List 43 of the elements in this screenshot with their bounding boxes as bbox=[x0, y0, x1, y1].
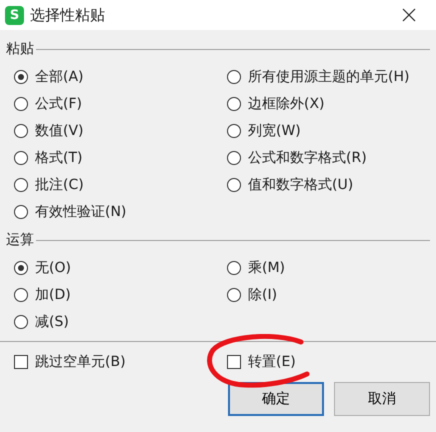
dialog-button[interactable]: 取消 bbox=[334, 382, 430, 416]
window-title: 选择性粘贴 bbox=[30, 6, 105, 24]
radio-button[interactable] bbox=[14, 204, 28, 218]
radio-button[interactable] bbox=[14, 150, 28, 164]
radio-button[interactable] bbox=[227, 178, 241, 192]
radio-option[interactable]: 数值(V) bbox=[14, 117, 227, 144]
radio-button[interactable] bbox=[14, 314, 28, 328]
radio-option[interactable]: 公式(F) bbox=[14, 90, 227, 117]
app-icon: S bbox=[5, 6, 24, 24]
checkbox-option[interactable]: 转置(E) bbox=[227, 350, 296, 374]
section-label: 粘贴 bbox=[6, 40, 34, 58]
radio-button[interactable] bbox=[14, 288, 28, 302]
radio-button[interactable] bbox=[227, 288, 241, 302]
radio-button[interactable] bbox=[14, 70, 28, 84]
radio-option[interactable]: 批注(C) bbox=[14, 171, 227, 198]
radio-option[interactable]: 减(S) bbox=[14, 308, 227, 335]
radio-option[interactable]: 公式和数字格式(R) bbox=[227, 144, 430, 171]
section-label: 运算 bbox=[6, 231, 34, 249]
close-icon[interactable] bbox=[402, 8, 416, 22]
radio-option[interactable]: 全部(A) bbox=[14, 63, 227, 90]
checkbox[interactable] bbox=[227, 355, 241, 369]
radio-option[interactable]: 值和数字格式(U) bbox=[227, 171, 430, 198]
radio-option[interactable]: 加(D) bbox=[14, 281, 227, 308]
radio-button[interactable] bbox=[14, 260, 28, 274]
radio-button[interactable] bbox=[14, 96, 28, 110]
radio-option[interactable]: 格式(T) bbox=[14, 144, 227, 171]
radio-option[interactable]: 有效性验证(N) bbox=[14, 198, 227, 225]
radio-option[interactable]: 无(O) bbox=[14, 254, 227, 281]
radio-button[interactable] bbox=[227, 96, 241, 110]
radio-option[interactable]: 所有使用源主题的单元(H) bbox=[227, 63, 430, 90]
radio-button[interactable] bbox=[14, 178, 28, 192]
checkbox-option[interactable]: 跳过空单元(B) bbox=[14, 350, 126, 374]
radio-button[interactable] bbox=[14, 124, 28, 138]
radio-button[interactable] bbox=[227, 70, 241, 84]
radio-option[interactable]: 乘(M) bbox=[227, 254, 430, 281]
dialog-button[interactable]: 确定 bbox=[228, 382, 324, 416]
radio-option[interactable]: 边框除外(X) bbox=[227, 90, 430, 117]
checkbox[interactable] bbox=[14, 355, 28, 369]
radio-button[interactable] bbox=[227, 124, 241, 138]
radio-button[interactable] bbox=[227, 150, 241, 164]
radio-option[interactable]: 列宽(W) bbox=[227, 117, 430, 144]
radio-option[interactable]: 除(I) bbox=[227, 281, 430, 308]
radio-button[interactable] bbox=[227, 260, 241, 274]
